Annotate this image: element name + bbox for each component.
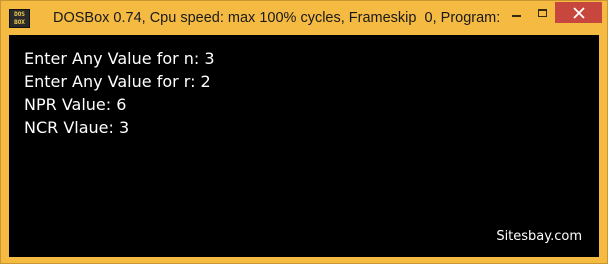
app-icon-text-top: DOS — [14, 11, 25, 18]
close-icon — [572, 6, 585, 19]
maximize-icon — [537, 8, 547, 17]
minimize-button[interactable] — [503, 2, 529, 23]
window-title: DOSBox 0.74, Cpu speed: max 100% cycles,… — [53, 10, 501, 26]
minimize-icon — [511, 14, 521, 17]
title-bar[interactable]: DOS BOX DOSBox 0.74, Cpu speed: max 100%… — [1, 1, 607, 35]
console-line: NCR Vlaue: 3 — [24, 118, 130, 137]
console-area[interactable]: Enter Any Value for n: 3 Enter Any Value… — [9, 35, 599, 257]
console-line: NPR Value: 6 — [24, 95, 127, 114]
console-line: Enter Any Value for n: 3 — [24, 49, 215, 68]
dosbox-window: DOS BOX DOSBox 0.74, Cpu speed: max 100%… — [0, 0, 608, 264]
dosbox-icon[interactable]: DOS BOX — [9, 9, 30, 28]
maximize-button[interactable] — [529, 2, 555, 23]
app-icon-text-bottom: BOX — [14, 19, 25, 26]
console-output: Enter Any Value for n: 3 Enter Any Value… — [24, 47, 215, 139]
watermark-text: Sitesbay.com — [496, 229, 582, 244]
console-line: Enter Any Value for r: 2 — [24, 72, 211, 91]
close-button[interactable] — [555, 2, 602, 23]
